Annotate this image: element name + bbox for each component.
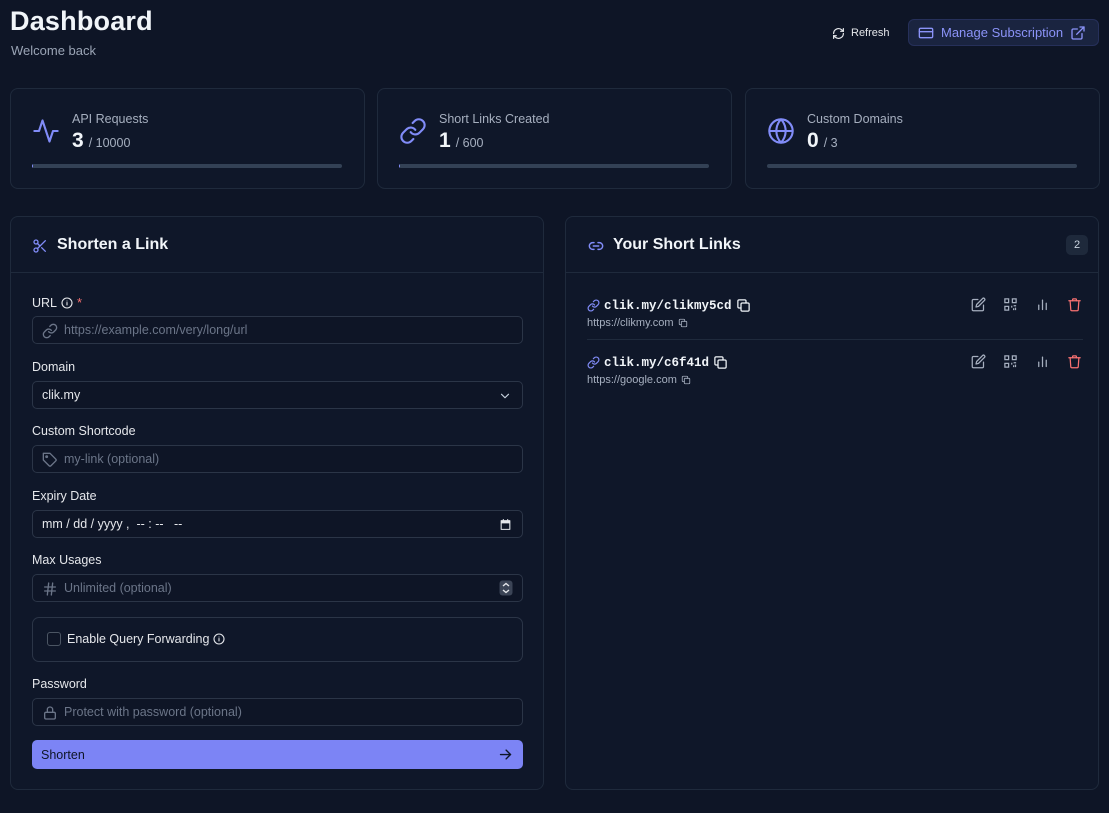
destination-url: https://google.com: [587, 374, 677, 386]
short-link-text[interactable]: clik.my/c6f41d: [604, 356, 709, 370]
max-usages-field[interactable]: [32, 574, 523, 602]
expiry-label: Expiry Date: [32, 489, 97, 503]
expiry-date-field[interactable]: mm / dd / yyyy , -- : -- --: [32, 510, 523, 538]
required-marker: *: [77, 295, 83, 310]
info-icon[interactable]: [61, 296, 73, 309]
stat-progress-bar: [399, 164, 709, 168]
shorten-button[interactable]: Shorten: [32, 740, 523, 769]
tag-icon: [42, 452, 58, 468]
link-icon: [587, 356, 600, 369]
stat-label: API Requests: [72, 112, 149, 126]
stat-value: 0: [807, 129, 819, 152]
password-input[interactable]: [33, 699, 522, 725]
bar-chart-icon[interactable]: [1035, 297, 1051, 313]
stat-max: / 600: [455, 136, 484, 150]
copy-icon[interactable]: [713, 355, 728, 370]
info-icon[interactable]: [213, 633, 225, 645]
links-count-badge: 2: [1066, 235, 1088, 255]
links-panel: Your Short Links 2 clik.my/clikmy5cd htt…: [565, 216, 1099, 790]
chevron-down-icon: [498, 389, 512, 403]
destination-url: https://clikmy.com: [587, 317, 674, 329]
scissors-icon: [32, 238, 48, 254]
activity-icon: [32, 117, 60, 145]
bar-chart-icon[interactable]: [1035, 354, 1051, 370]
password-field[interactable]: [32, 698, 523, 726]
shortcode-input[interactable]: [33, 446, 522, 472]
stat-label: Short Links Created: [439, 112, 550, 126]
links-panel-title: Your Short Links: [613, 236, 741, 253]
shortcode-label: Custom Shortcode: [32, 424, 136, 438]
url-label: URL: [32, 295, 58, 310]
globe-icon: [767, 117, 795, 145]
max-usages-label: Max Usages: [32, 553, 102, 567]
short-link-text[interactable]: clik.my/clikmy5cd: [604, 299, 732, 313]
domain-select[interactable]: clik.my: [32, 381, 523, 409]
shorten-button-label: Shorten: [41, 747, 85, 762]
shortcode-field[interactable]: [32, 445, 523, 473]
edit-icon[interactable]: [971, 354, 987, 370]
trash-icon[interactable]: [1067, 297, 1083, 313]
credit-card-icon: [918, 25, 934, 41]
domain-value: clik.my: [42, 388, 81, 402]
manage-subscription-label: Manage Subscription: [941, 25, 1064, 40]
row-divider: [587, 339, 1083, 340]
link-item: clik.my/clikmy5cd https://clikmy.com: [587, 294, 1083, 344]
arrow-right-icon: [498, 747, 513, 762]
links-panel-header: Your Short Links 2: [566, 217, 1098, 273]
query-forwarding-label: Enable Query Forwarding: [67, 632, 210, 646]
link-icon: [42, 323, 58, 339]
stat-card-custom-domains: Custom Domains 0 / 3: [745, 88, 1100, 189]
url-field[interactable]: [32, 316, 523, 344]
stat-card-api-requests: API Requests 3 / 10000: [10, 88, 365, 189]
stepper-icon[interactable]: [499, 580, 513, 596]
shorten-panel-header: Shorten a Link: [11, 217, 543, 273]
manage-subscription-button[interactable]: Manage Subscription: [908, 19, 1099, 46]
stat-max: / 10000: [88, 136, 131, 150]
link-item: clik.my/c6f41d https://google.com: [587, 351, 1083, 401]
stat-progress-bar: [32, 164, 342, 168]
copy-icon[interactable]: [678, 318, 688, 328]
calendar-icon[interactable]: [499, 518, 512, 531]
password-label: Password: [32, 677, 87, 691]
query-forwarding-option: Enable Query Forwarding: [32, 617, 523, 662]
link-icon: [399, 117, 427, 145]
domain-label: Domain: [32, 360, 76, 374]
stat-value: 3: [72, 129, 84, 152]
shorten-panel-title: Shorten a Link: [57, 236, 169, 253]
max-usages-input[interactable]: [33, 575, 522, 601]
edit-icon[interactable]: [971, 297, 987, 313]
external-link-icon: [1070, 25, 1086, 41]
query-forwarding-checkbox[interactable]: [47, 632, 61, 646]
hash-icon: [42, 581, 58, 597]
refresh-button[interactable]: Refresh: [824, 20, 900, 46]
page-title: Dashboard: [10, 6, 153, 36]
link-icon: [587, 299, 600, 312]
trash-icon[interactable]: [1067, 354, 1083, 370]
link-icon: [587, 238, 605, 254]
refresh-label: Refresh: [851, 27, 890, 39]
copy-icon[interactable]: [681, 375, 691, 385]
url-input[interactable]: [33, 317, 522, 343]
stat-label: Custom Domains: [807, 112, 903, 126]
qr-code-icon[interactable]: [1003, 354, 1019, 370]
copy-icon[interactable]: [736, 298, 751, 313]
expiry-date-value: mm / dd / yyyy , -- : -- --: [42, 517, 183, 531]
qr-code-icon[interactable]: [1003, 297, 1019, 313]
stat-progress-bar: [767, 164, 1077, 168]
page-subtitle: Welcome back: [11, 43, 97, 58]
stat-value: 1: [439, 129, 451, 152]
stat-card-short-links: Short Links Created 1 / 600: [377, 88, 732, 189]
stat-max: / 3: [823, 136, 838, 150]
refresh-icon: [832, 27, 845, 40]
lock-icon: [42, 705, 58, 721]
shorten-panel: Shorten a Link URL * Domain clik.my Cust…: [10, 216, 544, 790]
